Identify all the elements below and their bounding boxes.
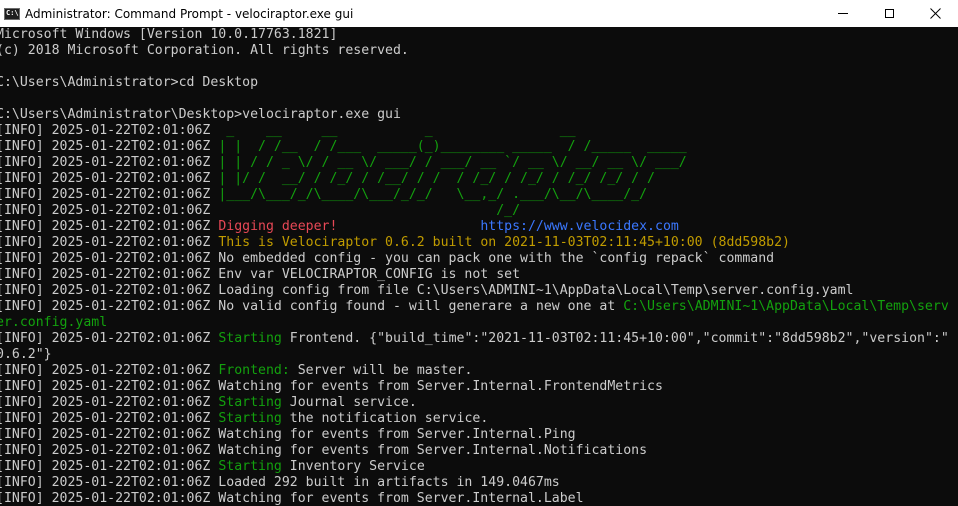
title-bar[interactable]: C:\ Administrator: Command Prompt - velo… <box>0 0 958 27</box>
console-text-segment: Frontend: <box>218 363 290 378</box>
console-line: [INFO] 2025-01-22T02:01:06Z Starting Fro… <box>0 331 949 347</box>
console-text-segment: [INFO] 2025-01-22T02:01:06Z <box>0 411 219 426</box>
close-icon <box>929 8 941 19</box>
console-text-segment <box>0 59 4 74</box>
console-lines: Microsoft Windows [Version 10.0.17763.18… <box>0 27 949 506</box>
console-text-segment: Server will be master. <box>289 363 473 378</box>
console-text-segment: Inventory Service <box>281 459 425 474</box>
console-text-segment: (c) 2018 Microsoft Corporation. All righ… <box>0 43 409 58</box>
console-text-segment: Journal service. <box>281 395 417 410</box>
console-text-segment: the notification service. <box>281 411 489 426</box>
console-line: [INFO] 2025-01-22T02:01:06Z Digging deep… <box>0 219 949 235</box>
maximize-icon <box>884 9 894 18</box>
console-line: [INFO] 2025-01-22T02:01:06Z Env var VELO… <box>0 267 949 283</box>
console-output-area[interactable]: Microsoft Windows [Version 10.0.17763.18… <box>0 27 958 506</box>
console-line <box>0 91 949 107</box>
console-text-segment: [INFO] 2025-01-22T02:01:06Z <box>0 203 219 218</box>
console-text-segment: [INFO] 2025-01-22T02:01:06Z No valid con… <box>0 299 624 314</box>
console-text-segment: 0.6.2"} <box>0 347 52 362</box>
window-title: Administrator: Command Prompt - velocira… <box>25 6 354 21</box>
console-text-segment: [INFO] 2025-01-22T02:01:06Z <box>0 331 219 346</box>
console-text-segment: Starting <box>218 459 282 474</box>
console-text-segment: C:\Users\Administrator\Desktop>velocirap… <box>0 107 401 122</box>
console-text-segment: [INFO] 2025-01-22T02:01:06Z <box>0 187 219 202</box>
console-text-segment: [INFO] 2025-01-22T02:01:06Z <box>0 155 219 170</box>
console-line: [INFO] 2025-01-22T02:01:06Z | | / / _ \/… <box>0 155 949 171</box>
console-text-segment: [INFO] 2025-01-22T02:01:06Z <box>0 139 219 154</box>
console-line: er.config.yaml <box>0 315 949 331</box>
console-text-segment: | | / /__ / /___ _____(_)________ _____ … <box>218 139 687 154</box>
console-text-segment: [INFO] 2025-01-22T02:01:06Z Watching for… <box>0 427 576 442</box>
console-line: [INFO] 2025-01-22T02:01:06Z No valid con… <box>0 299 949 315</box>
maximize-button[interactable] <box>866 0 912 27</box>
console-text-segment: | | / / _ \/ / __ \/ ___/ / ___/ __ `/ _… <box>218 155 687 170</box>
console-text-segment <box>0 91 4 106</box>
command-prompt-window: C:\ Administrator: Command Prompt - velo… <box>0 0 958 506</box>
command-prompt-icon-label: C:\ <box>6 8 19 17</box>
console-line: [INFO] 2025-01-22T02:01:06Z No embedded … <box>0 251 949 267</box>
console-text-segment: [INFO] 2025-01-22T02:01:06Z Watching for… <box>0 379 663 394</box>
console-line: [INFO] 2025-01-22T02:01:06Z Watching for… <box>0 427 949 443</box>
console-text-segment: /_/ <box>218 203 521 218</box>
console-text-segment: This is Velociraptor 0.6.2 built on 2021… <box>218 235 790 250</box>
console-line: [INFO] 2025-01-22T02:01:06Z Starting the… <box>0 411 949 427</box>
console-line: [INFO] 2025-01-22T02:01:06Z | |/ / __/ /… <box>0 171 949 187</box>
console-line: [INFO] 2025-01-22T02:01:06Z Watching for… <box>0 443 949 459</box>
console-line: 0.6.2"} <box>0 347 949 363</box>
minimize-button[interactable] <box>820 0 866 27</box>
console-text-segment: [INFO] 2025-01-22T02:01:06Z <box>0 459 219 474</box>
console-line: [INFO] 2025-01-22T02:01:06Z Starting Jou… <box>0 395 949 411</box>
console-line: [INFO] 2025-01-22T02:01:06Z /_/ <box>0 203 949 219</box>
console-line <box>0 59 949 75</box>
console-text-segment: _ __ __ _ __ <box>218 123 576 138</box>
console-text-segment: [INFO] 2025-01-22T02:01:06Z <box>0 219 219 234</box>
close-button[interactable] <box>912 0 958 27</box>
console-text-segment: [INFO] 2025-01-22T02:01:06Z <box>0 171 219 186</box>
console-text-segment: [INFO] 2025-01-22T02:01:06Z Env var VELO… <box>0 267 521 282</box>
command-prompt-icon: C:\ <box>4 7 20 20</box>
console-line: [INFO] 2025-01-22T02:01:06Z Watching for… <box>0 491 949 506</box>
console-line: [INFO] 2025-01-22T02:01:06Z This is Velo… <box>0 235 949 251</box>
console-line: [INFO] 2025-01-22T02:01:06Z Frontend: Se… <box>0 363 949 379</box>
console-text-segment: [INFO] 2025-01-22T02:01:06Z Watching for… <box>0 491 584 506</box>
console-text-segment: Starting <box>218 395 282 410</box>
console-text-segment: | |/ / __/ / /_/ / /__/ / / / /_/ / /_/ … <box>218 171 655 186</box>
console-line: [INFO] 2025-01-22T02:01:06Z | | / /__ / … <box>0 139 949 155</box>
console-line: Microsoft Windows [Version 10.0.17763.18… <box>0 27 949 43</box>
console-text-segment: [INFO] 2025-01-22T02:01:06Z No embedded … <box>0 251 775 266</box>
console-text-segment: [INFO] 2025-01-22T02:01:06Z <box>0 363 219 378</box>
console-text-segment <box>337 219 480 234</box>
console-text-segment: Starting <box>218 331 282 346</box>
console-text-segment: [INFO] 2025-01-22T02:01:06Z <box>0 235 219 250</box>
console-text-segment: er.config.yaml <box>0 315 108 330</box>
console-text-segment: C:\Users\ADMINI~1\AppData\Local\Temp\ser… <box>623 299 949 314</box>
console-text-segment: Digging deeper! <box>218 219 338 234</box>
console-text-segment: [INFO] 2025-01-22T02:01:06Z Loading conf… <box>0 283 854 298</box>
console-line: C:\Users\Administrator>cd Desktop <box>0 75 949 91</box>
console-line: [INFO] 2025-01-22T02:01:06Z _ __ __ _ __ <box>0 123 949 139</box>
console-text-segment: https://www.velocidex.com <box>480 219 679 234</box>
console-line: [INFO] 2025-01-22T02:01:06Z |___/\___/_/… <box>0 187 949 203</box>
console-text-segment: C:\Users\Administrator>cd Desktop <box>0 75 259 90</box>
console-line: [INFO] 2025-01-22T02:01:06Z Watching for… <box>0 379 949 395</box>
minimize-icon <box>838 13 848 14</box>
console-text-segment: Frontend. {"build_time":"2021-11-03T02:1… <box>281 331 949 346</box>
console-line: [INFO] 2025-01-22T02:01:06Z Loaded 292 b… <box>0 475 949 491</box>
console-text-segment: [INFO] 2025-01-22T02:01:06Z <box>0 123 219 138</box>
console-text-segment: [INFO] 2025-01-22T02:01:06Z Loaded 292 b… <box>0 475 560 490</box>
console-text-segment: [INFO] 2025-01-22T02:01:06Z <box>0 395 219 410</box>
console-line: (c) 2018 Microsoft Corporation. All righ… <box>0 43 949 59</box>
console-line: [INFO] 2025-01-22T02:01:06Z Starting Inv… <box>0 459 949 475</box>
console-text-segment: Microsoft Windows [Version 10.0.17763.18… <box>0 27 338 42</box>
console-line: C:\Users\Administrator\Desktop>velocirap… <box>0 107 949 123</box>
console-line: [INFO] 2025-01-22T02:01:06Z Loading conf… <box>0 283 949 299</box>
console-text-segment: |___/\___/_/\____/\___/_/_/ \__,_/ .___/… <box>218 187 648 202</box>
console-text-segment: Starting <box>218 411 282 426</box>
console-text-segment: [INFO] 2025-01-22T02:01:06Z Watching for… <box>0 443 648 458</box>
